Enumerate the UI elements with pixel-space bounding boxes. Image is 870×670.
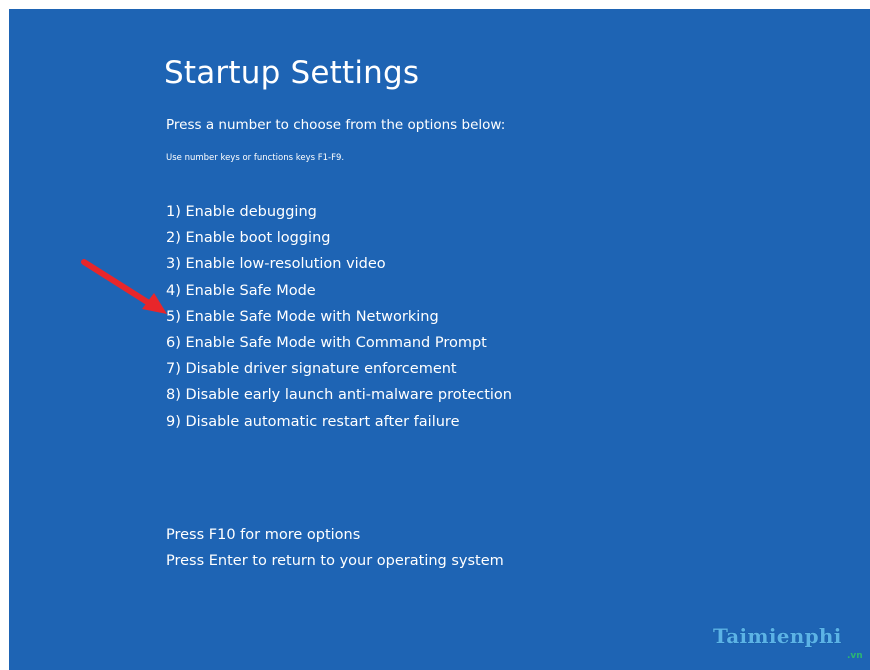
more-options-link[interactable]: Press F10 for more options (166, 522, 504, 548)
option-disable-automatic-restart[interactable]: 9) Disable automatic restart after failu… (166, 409, 512, 435)
return-to-os-link[interactable]: Press Enter to return to your operating … (166, 548, 504, 574)
watermark-logo: Taimienphi (713, 624, 842, 648)
option-enable-boot-logging[interactable]: 2) Enable boot logging (166, 225, 512, 251)
option-enable-safe-mode-command-prompt[interactable]: 6) Enable Safe Mode with Command Prompt (166, 330, 512, 356)
footer-options: Press F10 for more options Press Enter t… (166, 522, 504, 574)
option-enable-low-resolution-video[interactable]: 3) Enable low-resolution video (166, 251, 512, 277)
keys-hint-text: Use number keys or functions keys F1-F9. (166, 153, 345, 163)
option-enable-safe-mode-networking[interactable]: 5) Enable Safe Mode with Networking (166, 304, 512, 330)
startup-settings-screen: Startup Settings Press a number to choos… (9, 9, 870, 670)
watermark-tld: .vn (847, 651, 863, 661)
instructions-text: Press a number to choose from the option… (166, 117, 506, 133)
option-enable-safe-mode[interactable]: 4) Enable Safe Mode (166, 278, 512, 304)
red-arrow-icon (81, 259, 167, 314)
option-disable-driver-signature-enforcement[interactable]: 7) Disable driver signature enforcement (166, 356, 512, 382)
option-enable-debugging[interactable]: 1) Enable debugging (166, 199, 512, 225)
option-disable-early-launch-anti-malware[interactable]: 8) Disable early launch anti-malware pro… (166, 382, 512, 408)
page-title: Startup Settings (164, 55, 420, 91)
startup-options-list: 1) Enable debugging 2) Enable boot loggi… (166, 199, 512, 435)
